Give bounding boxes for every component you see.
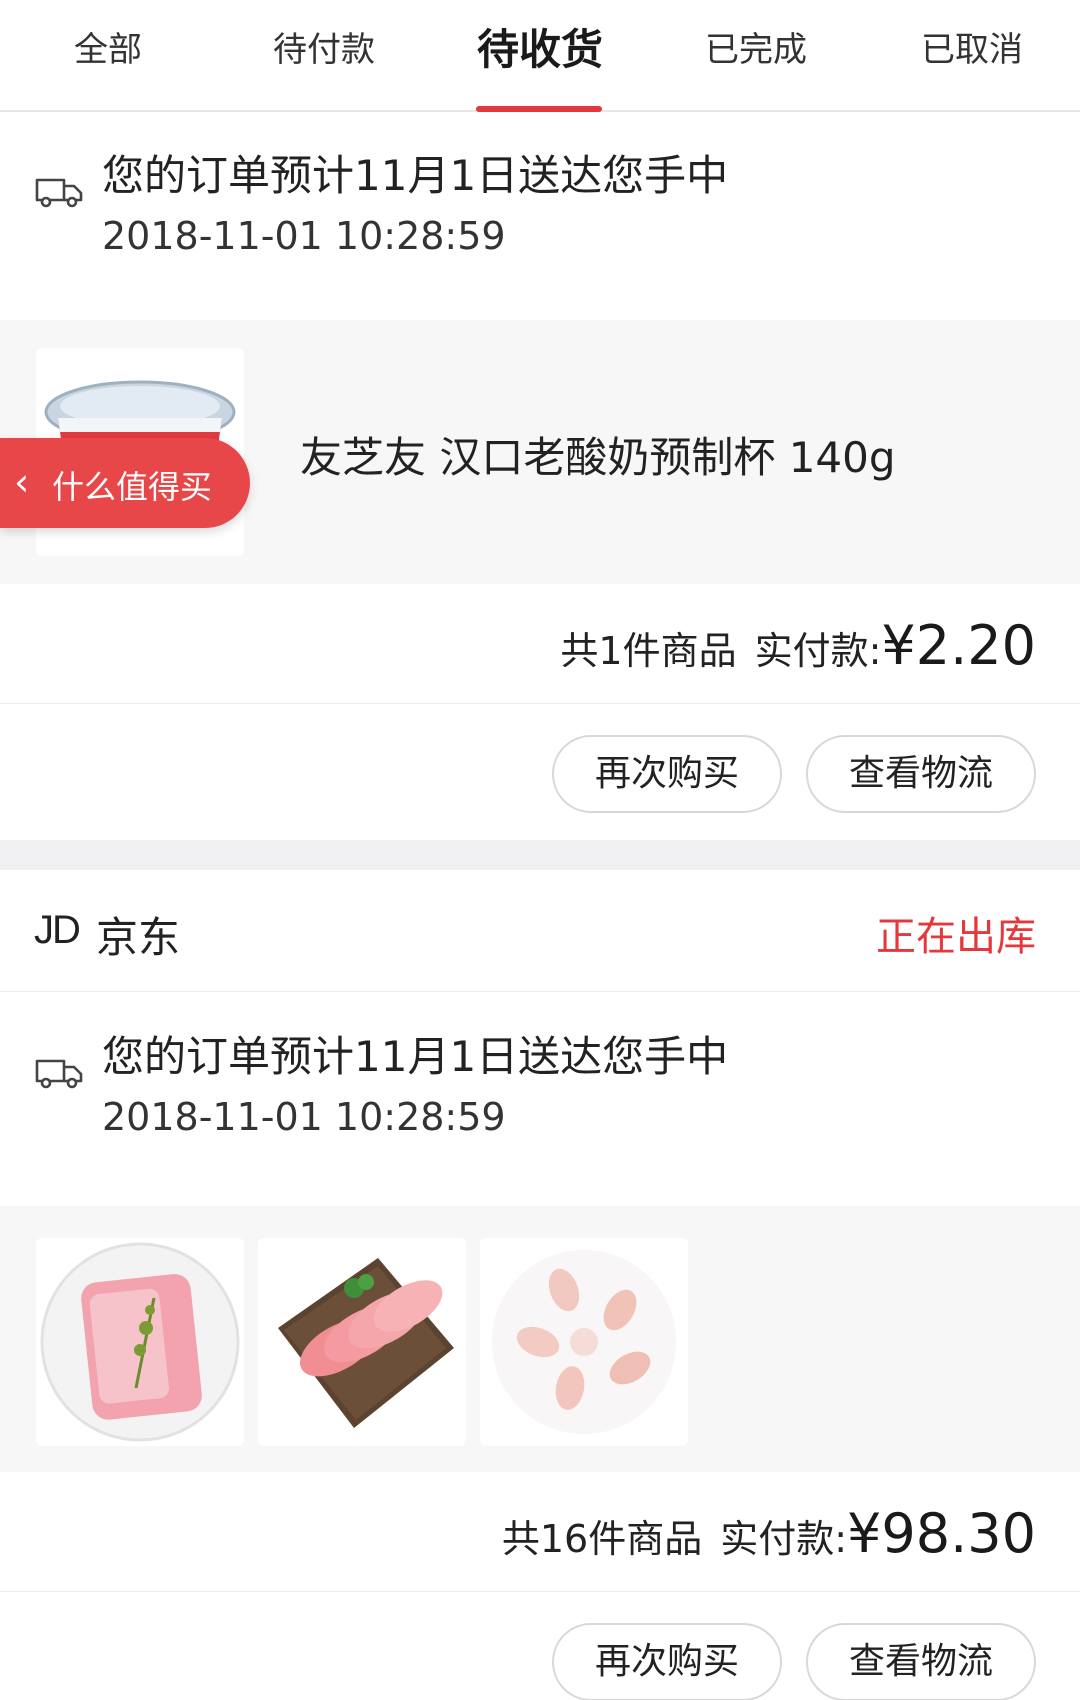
section-divider [0,840,1080,870]
tab-pending-receipt[interactable]: 待收货 [432,0,648,110]
paid-amount: ¥98.30 [847,1502,1036,1565]
tab-cancelled[interactable]: 已取消 [864,0,1080,110]
buy-again-button[interactable]: 再次购买 [552,1623,782,1700]
order2-delivery-info[interactable]: 您的订单预计11月1日送达您手中 2018-11-01 10:28:59 [0,993,1080,1201]
delivery-timestamp: 2018-11-01 10:28:59 [102,1095,506,1139]
paid-amount: ¥2.20 [881,614,1036,677]
chicken-drumettes-image [480,1238,688,1446]
order2-shop-header[interactable]: JD 京东 正在出库 [0,870,1080,992]
pork-tenderloin-image [36,1238,244,1446]
product-name: 友芝友 汉口老酸奶预制杯 140g [300,433,896,482]
delivery-estimate: 您的订单预计11月1日送达您手中 [102,1032,729,1081]
order2-summary: 共16件商品 实付款:¥98.30 [0,1472,1080,1592]
pork-slices-image [258,1238,466,1446]
smzdm-back-pill[interactable]: ‹ 什么值得买 [0,438,250,528]
view-logistics-button[interactable]: 查看物流 [806,1623,1036,1700]
order1-delivery-info[interactable]: 您的订单预计11月1日送达您手中 2018-11-01 10:28:59 [0,112,1080,320]
delivery-estimate: 您的订单预计11月1日送达您手中 [102,151,729,200]
order2-actions: 再次购买 查看物流 [0,1593,1080,1700]
delivery-timestamp: 2018-11-01 10:28:59 [102,214,506,258]
buy-again-button[interactable]: 再次购买 [552,735,782,813]
pill-label: 什么值得买 [52,468,213,506]
tab-all[interactable]: 全部 [0,0,216,110]
paid-label: 实付款: [720,1517,848,1561]
tab-pending-payment[interactable]: 待付款 [216,0,432,110]
item-count: 共16件商品 [501,1517,703,1561]
chevron-left-icon: ‹ [14,460,30,504]
paid-label: 实付款: [754,629,882,673]
order1-summary: 共1件商品 实付款:¥2.20 [0,584,1080,704]
shop-name: 京东 [96,913,181,962]
view-logistics-button[interactable]: 查看物流 [806,735,1036,813]
order-status-tabs: 全部 待付款 待收货 已完成 已取消 [0,0,1080,112]
order1-actions: 再次购买 查看物流 [0,705,1080,825]
order2-product-row[interactable] [0,1206,1080,1472]
order-status-badge: 正在出库 [876,914,1036,960]
jd-logo-icon: JD [34,908,81,952]
truck-icon [35,1059,83,1089]
item-count: 共1件商品 [560,629,737,673]
tab-completed[interactable]: 已完成 [648,0,864,110]
truck-icon [35,178,83,208]
